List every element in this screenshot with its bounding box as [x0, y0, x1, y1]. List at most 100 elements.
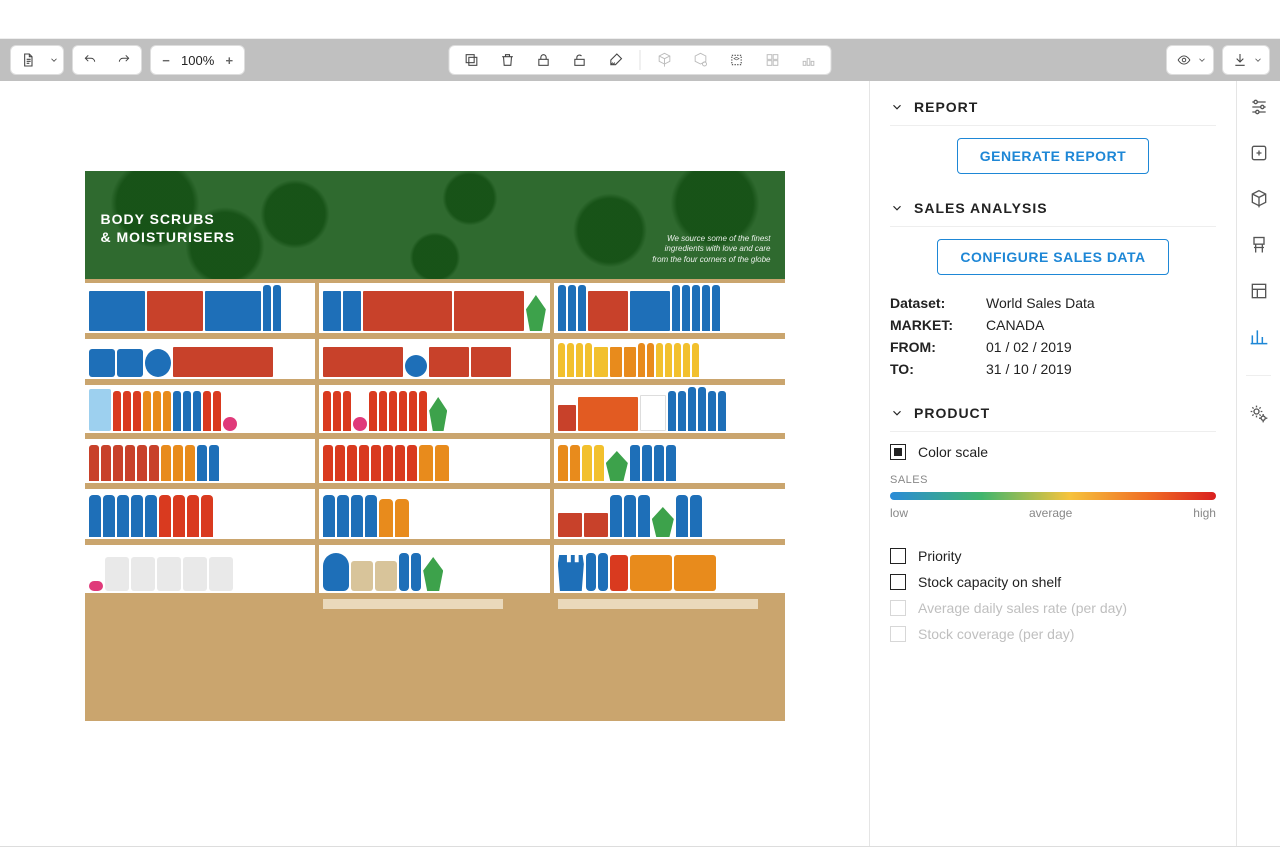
product[interactable]	[89, 581, 103, 591]
product[interactable]	[89, 349, 115, 377]
product[interactable]	[173, 391, 181, 431]
rail-fixture[interactable]	[1247, 233, 1271, 257]
product[interactable]	[343, 391, 351, 431]
product[interactable]	[343, 291, 361, 331]
shelf-bay[interactable]	[554, 339, 785, 381]
product[interactable]	[113, 391, 121, 431]
shelf-bay[interactable]	[85, 439, 316, 485]
product[interactable]	[630, 445, 640, 481]
product[interactable]	[594, 445, 604, 481]
distribute-tool[interactable]	[793, 46, 825, 74]
product[interactable]	[454, 291, 524, 331]
product[interactable]	[131, 495, 143, 537]
checkbox-stock-capacity[interactable]: Stock capacity on shelf	[890, 574, 1216, 590]
rail-settings[interactable]	[1247, 402, 1271, 426]
product[interactable]	[594, 347, 608, 377]
shelf-bay[interactable]	[85, 385, 316, 435]
planogram-canvas[interactable]: BODY SCRUBS & MOISTURISERS We source som…	[0, 81, 869, 846]
lock-button[interactable]	[528, 46, 560, 74]
product[interactable]	[672, 285, 680, 331]
product[interactable]	[117, 495, 129, 537]
product[interactable]	[419, 445, 433, 481]
shelf-bay[interactable]	[319, 489, 550, 541]
file-menu[interactable]	[10, 45, 64, 75]
product[interactable]	[688, 387, 696, 431]
product[interactable]	[161, 445, 171, 481]
product[interactable]	[676, 495, 688, 537]
shelf-bay[interactable]	[319, 545, 550, 595]
product[interactable]	[668, 391, 676, 431]
product[interactable]	[435, 445, 449, 481]
product[interactable]	[568, 285, 576, 331]
product[interactable]	[578, 397, 638, 431]
product[interactable]	[411, 553, 421, 591]
product[interactable]	[642, 445, 652, 481]
product[interactable]	[205, 291, 261, 331]
product[interactable]	[125, 445, 135, 481]
product[interactable]	[405, 355, 427, 377]
product[interactable]	[419, 391, 427, 431]
product[interactable]	[113, 445, 123, 481]
product[interactable]	[379, 391, 387, 431]
section-toggle-product[interactable]: PRODUCT	[890, 399, 1216, 427]
product[interactable]	[101, 445, 111, 481]
shelf-bay[interactable]	[85, 339, 316, 381]
product[interactable]	[558, 343, 565, 377]
product[interactable]	[692, 285, 700, 331]
product[interactable]	[337, 495, 349, 537]
product[interactable]	[213, 391, 221, 431]
product[interactable]	[578, 285, 586, 331]
shelf-bay[interactable]	[554, 439, 785, 485]
visibility-menu[interactable]	[1166, 45, 1214, 75]
product[interactable]	[674, 343, 681, 377]
rail-layout[interactable]	[1247, 279, 1271, 303]
product[interactable]	[585, 343, 592, 377]
product[interactable]	[147, 291, 203, 331]
product[interactable]	[143, 391, 151, 431]
product[interactable]	[389, 391, 397, 431]
checkbox-priority[interactable]: Priority	[890, 548, 1216, 564]
product[interactable]	[273, 285, 281, 331]
product[interactable]	[423, 557, 443, 591]
cube-tool-1[interactable]	[649, 46, 681, 74]
redo-button[interactable]	[107, 46, 141, 74]
rail-cube[interactable]	[1247, 187, 1271, 211]
product[interactable]	[323, 347, 403, 377]
product[interactable]	[323, 291, 341, 331]
product[interactable]	[638, 495, 650, 537]
product[interactable]	[351, 561, 373, 591]
product[interactable]	[654, 445, 664, 481]
product[interactable]	[652, 507, 674, 537]
cube-tool-2[interactable]	[685, 46, 717, 74]
product[interactable]	[718, 391, 726, 431]
zoom-out-button[interactable]: −	[157, 53, 175, 68]
product[interactable]	[665, 343, 672, 377]
product[interactable]	[640, 395, 666, 431]
product[interactable]	[588, 291, 628, 331]
product[interactable]	[656, 343, 663, 377]
product[interactable]	[610, 347, 622, 377]
product[interactable]	[558, 445, 568, 481]
zoom-in-button[interactable]: +	[220, 53, 238, 68]
product[interactable]	[123, 391, 131, 431]
product[interactable]	[409, 391, 417, 431]
product[interactable]	[395, 445, 405, 481]
product[interactable]	[193, 391, 201, 431]
shelf-bay[interactable]	[554, 489, 785, 541]
product[interactable]	[708, 391, 716, 431]
product[interactable]	[89, 445, 99, 481]
delete-button[interactable]	[492, 46, 524, 74]
product[interactable]	[185, 445, 195, 481]
product[interactable]	[702, 285, 710, 331]
select-tool[interactable]	[721, 46, 753, 74]
product[interactable]	[365, 495, 377, 537]
product[interactable]	[89, 389, 111, 431]
product[interactable]	[682, 285, 690, 331]
product[interactable]	[598, 553, 608, 591]
grid-tool[interactable]	[757, 46, 789, 74]
product[interactable]	[576, 343, 583, 377]
product[interactable]	[159, 495, 171, 537]
product[interactable]	[323, 495, 335, 537]
shelf-bay[interactable]	[319, 439, 550, 485]
product[interactable]	[383, 445, 393, 481]
